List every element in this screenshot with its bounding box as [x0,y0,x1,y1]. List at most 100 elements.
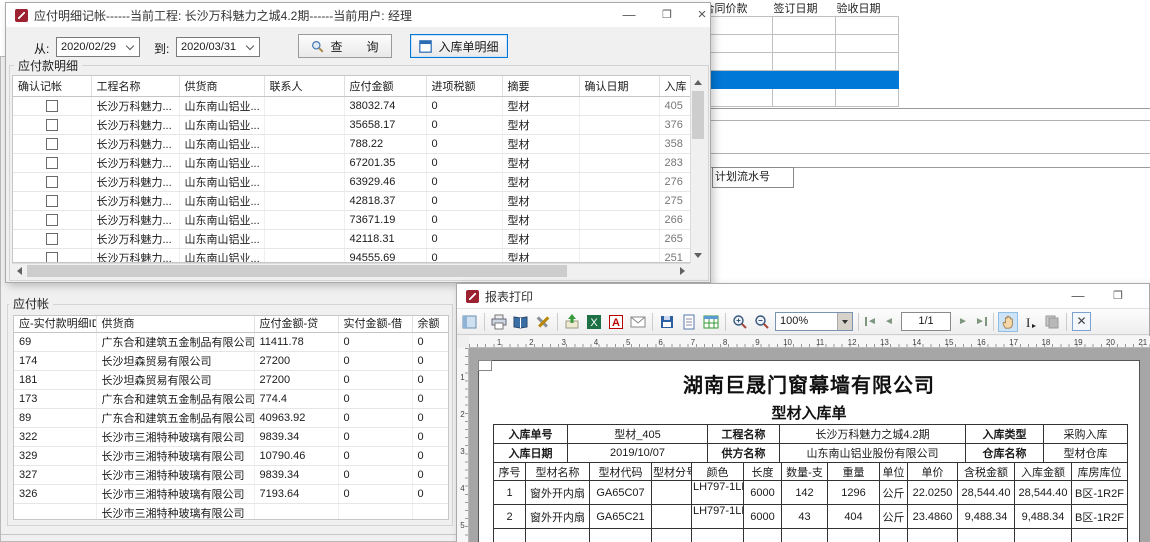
cell-project[interactable]: 长沙万科魅力... [91,116,179,135]
cell-payable-credit[interactable]: 7193.64 [254,485,338,504]
cell-supplier[interactable]: 长沙市三湘特种玻璃有限公司 [96,428,254,447]
cell-summary[interactable]: 型材 [502,173,579,192]
cell-confirm-date[interactable] [579,116,659,135]
cell-confirm-date[interactable] [579,249,659,264]
cell-project[interactable]: 长沙万科魅力... [91,173,179,192]
scroll-right-icon[interactable] [680,267,685,275]
account-column-header[interactable]: 实付金额-借 [338,316,412,333]
cell-balance[interactable]: 0 [412,466,448,485]
cell-balance[interactable] [412,504,448,521]
cell-supplier[interactable]: 山东南山铝业... [179,135,264,154]
cell-confirm-date[interactable] [579,97,659,116]
cell-inbound-no[interactable]: 376 [659,116,690,135]
cell-confirm-date[interactable] [579,173,659,192]
vertical-scrollbar[interactable] [690,75,705,263]
cell-amount[interactable]: 35658.17 [344,116,426,135]
cell-amount[interactable]: 42118.31 [344,230,426,249]
maximize-button[interactable]: ❐ [652,3,682,27]
scroll-left-icon[interactable] [17,267,22,275]
hand-pan-tool-button[interactable] [998,312,1018,332]
cell-supplier[interactable]: 山东南山铝业... [179,230,264,249]
cell-paid-debit[interactable]: 0 [338,390,412,409]
cell-summary[interactable]: 型材 [502,135,579,154]
to-date-combobox[interactable]: 2020/03/31 [176,37,260,57]
zoom-out-icon[interactable] [752,312,772,332]
payable-column-header[interactable]: 进项税额 [426,76,502,97]
cell-confirm-date[interactable] [579,154,659,173]
cell-input-tax[interactable]: 0 [426,192,502,211]
cell-contact[interactable] [264,97,344,116]
account-row[interactable]: 174 长沙坦森贸易有限公司 27200 0 0 [14,352,448,371]
cell-inbound-no[interactable]: 405 [659,97,690,116]
payable-row[interactable]: 长沙万科魅力... 山东南山铝业... 73671.19 0 型材 266 [13,211,690,230]
payable-row[interactable]: 长沙万科魅力... 山东南山铝业... 42118.31 0 型材 265 [13,230,690,249]
cell-project[interactable]: 长沙万科魅力... [91,135,179,154]
chevron-down-icon[interactable] [837,313,852,330]
payable-column-header[interactable]: 确认日期 [579,76,659,97]
cell-inbound-no[interactable]: 266 [659,211,690,230]
cell-contact[interactable] [264,230,344,249]
cell-paid-debit[interactable]: 0 [338,485,412,504]
cell-balance[interactable]: 0 [412,352,448,371]
scrollbar-thumb[interactable] [692,91,704,139]
confirm-checkbox[interactable] [46,214,58,226]
cell-amount[interactable]: 73671.19 [344,211,426,230]
page-indicator-field[interactable]: 1/1 [901,312,951,331]
cell-contact[interactable] [264,192,344,211]
cell-project[interactable]: 长沙万科魅力... [91,97,179,116]
cell-supplier[interactable]: 长沙坦森贸易有限公司 [96,371,254,390]
cell-amount[interactable]: 67201.35 [344,154,426,173]
cell-input-tax[interactable]: 0 [426,211,502,230]
account-column-header[interactable]: 余额 [412,316,448,333]
cell-project[interactable]: 长沙万科魅力... [91,211,179,230]
copy-page-button[interactable] [1042,312,1062,332]
payable-row[interactable]: 长沙万科魅力... 山东南山铝业... 35658.17 0 型材 376 [13,116,690,135]
cell-project[interactable]: 长沙万科魅力... [91,192,179,211]
scroll-down-icon[interactable] [694,253,702,258]
cell-input-tax[interactable]: 0 [426,97,502,116]
payable-detail-titlebar[interactable]: 应付明细记帐------当前工程: 长沙万科魅力之城4.2期------当前用户… [6,3,710,27]
cell-paid-debit[interactable]: 0 [338,428,412,447]
plan-serial-field[interactable]: 计划流水号 [712,167,794,188]
cell-balance[interactable]: 0 [412,390,448,409]
cell-detail-id[interactable]: 173 [14,390,96,409]
cell-supplier[interactable]: 广东合和建筑五金制品有限公司 [96,333,254,352]
cell-project[interactable]: 长沙万科魅力... [91,154,179,173]
payable-row[interactable]: 长沙万科魅力... 山东南山铝业... 63929.46 0 型材 276 [13,173,690,192]
cell-project[interactable]: 长沙万科魅力... [91,230,179,249]
cell-amount[interactable]: 63929.46 [344,173,426,192]
cell-supplier[interactable]: 长沙市三湘特种玻璃有限公司 [96,504,254,521]
cell-amount[interactable]: 42818.37 [344,192,426,211]
cell-supplier[interactable]: 山东南山铝业... [179,211,264,230]
cell-supplier[interactable]: 广东合和建筑五金制品有限公司 [96,390,254,409]
cell-detail-id[interactable]: 322 [14,428,96,447]
cell-detail-id[interactable]: 327 [14,466,96,485]
cell-amount[interactable]: 94555.69 [344,249,426,264]
pdf-export-icon[interactable]: A [606,312,626,332]
cell-supplier[interactable]: 长沙市三湘特种玻璃有限公司 [96,447,254,466]
cell-detail-id[interactable]: 181 [14,371,96,390]
account-row[interactable]: 长沙市三湘特种玻璃有限公司 [14,504,448,521]
cell-confirm-date[interactable] [579,211,659,230]
close-preview-button[interactable]: ✕ [1072,312,1091,331]
zoom-level-combobox[interactable]: 100% [775,312,853,331]
cell-input-tax[interactable]: 0 [426,135,502,154]
confirm-checkbox[interactable] [46,138,58,150]
last-page-button[interactable]: ► [973,312,989,332]
cell-detail-id[interactable]: 69 [14,333,96,352]
cell-inbound-no[interactable]: 251 [659,249,690,264]
cell-summary[interactable]: 型材 [502,97,579,116]
cell-inbound-no[interactable]: 358 [659,135,690,154]
cell-input-tax[interactable]: 0 [426,154,502,173]
account-row[interactable]: 327 长沙市三湘特种玻璃有限公司 9839.34 0 0 [14,466,448,485]
scrollbar-thumb[interactable] [27,265,567,277]
cell-summary[interactable]: 型材 [502,211,579,230]
cell-balance[interactable]: 0 [412,447,448,466]
account-row[interactable]: 173 广东合和建筑五金制品有限公司 774.4 0 0 [14,390,448,409]
cell-paid-debit[interactable]: 0 [338,466,412,485]
from-date-combobox[interactable]: 2020/02/29 [56,37,140,57]
account-column-header[interactable]: 供货商 [96,316,254,333]
excel-export-icon[interactable]: X [584,312,604,332]
cell-balance[interactable]: 0 [412,333,448,352]
confirm-checkbox[interactable] [46,176,58,188]
